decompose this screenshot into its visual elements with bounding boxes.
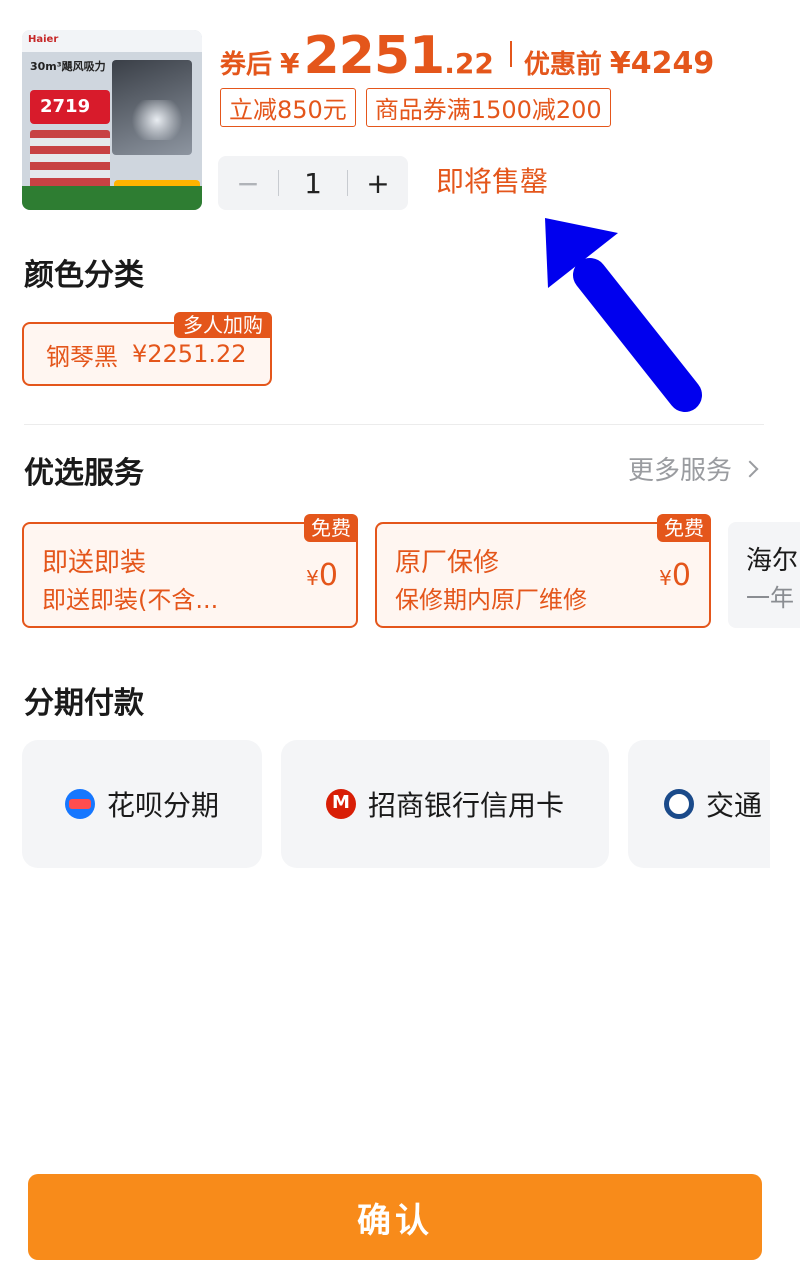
service-desc: 保修期内原厂维修 (395, 586, 587, 614)
chevron-right-icon (741, 460, 759, 477)
increase-quantity-button[interactable]: + (348, 167, 408, 200)
bocom-bank-icon (664, 789, 694, 819)
section-divider (24, 424, 764, 425)
service-card-warranty[interactable]: 原厂保修 保修期内原厂维修 ¥0 免费 (375, 514, 711, 628)
service-card-delivery-install[interactable]: 即送即装 即送即装(不含... ¥0 免费 (22, 514, 358, 628)
color-section-title: 颜色分类 (24, 258, 144, 293)
price-separator (509, 41, 512, 67)
color-option-name: 钢琴黑 (46, 342, 118, 371)
free-badge: 免费 (657, 514, 711, 542)
installment-label: 招商银行信用卡 (367, 789, 564, 822)
price-currency: ¥ (280, 47, 300, 80)
thumb-feature-list (30, 130, 110, 190)
free-badge: 免费 (304, 514, 358, 542)
annotation-arrow-icon (545, 218, 702, 412)
service-currency: ¥ (306, 566, 319, 590)
coupon-row: 立减850元 商品券满1500减200 (220, 88, 611, 127)
thumb-headline: 30m³飓风吸力 (30, 60, 106, 73)
product-thumbnail[interactable]: Haier 30m³飓风吸力 2719 1g黄金 (22, 30, 202, 210)
service-currency: ¥ (659, 566, 672, 590)
installment-label: 交通 (706, 789, 763, 822)
more-services-link[interactable]: 更多服务 (628, 450, 759, 487)
service-desc: 即送即装(不含... (42, 586, 219, 614)
thumb-brand: Haier (22, 30, 202, 52)
installment-option-huabei[interactable]: 花呗分期 (22, 740, 262, 868)
original-price: ¥4249 (609, 46, 715, 81)
quantity-value[interactable]: 1 (279, 167, 347, 200)
service-card-haier[interactable]: 海尔 一年 (728, 522, 800, 628)
price-prefix: 券后 (220, 50, 273, 80)
price-row: 券后 ¥ 2251 .22 优惠前 ¥4249 (220, 26, 715, 86)
steam-graphic (127, 100, 187, 140)
service-price-value: 0 (318, 558, 338, 593)
service-desc: 一年 (746, 584, 794, 612)
color-option-price: ¥2251.22 (132, 340, 247, 368)
service-title: 原厂保修 (395, 548, 500, 578)
huabei-icon (64, 789, 95, 819)
service-price: ¥0 (659, 558, 691, 593)
original-price-label: 优惠前 (523, 50, 602, 80)
installment-option-cmb[interactable]: 招商银行信用卡 (281, 740, 609, 868)
service-title: 海尔 (746, 546, 799, 576)
installment-label: 花呗分期 (106, 789, 219, 822)
price-decimal: .22 (444, 47, 494, 80)
thumb-price: 2719 (30, 90, 110, 124)
quantity-stepper: − 1 + (218, 156, 408, 210)
coupon-tag-threshold: 商品券满1500减200 (365, 88, 611, 127)
popular-badge: 多人加购 (174, 312, 272, 338)
more-services-label: 更多服务 (628, 456, 733, 486)
price-integer: 2251 (303, 26, 446, 86)
thumb-footer (22, 186, 202, 210)
confirm-button[interactable]: 确认 (28, 1174, 762, 1260)
stock-status: 即将售罄 (436, 165, 549, 198)
service-price-value: 0 (671, 558, 691, 593)
cmb-bank-icon (325, 789, 356, 819)
installment-option-bocom[interactable]: 交通 (628, 740, 770, 868)
service-title: 即送即装 (42, 548, 147, 578)
coupon-tag-discount: 立减850元 (220, 88, 356, 127)
services-section-title: 优选服务 (24, 456, 144, 491)
service-price: ¥0 (306, 558, 338, 593)
installment-section-title: 分期付款 (24, 686, 144, 721)
decrease-quantity-button[interactable]: − (218, 167, 278, 200)
